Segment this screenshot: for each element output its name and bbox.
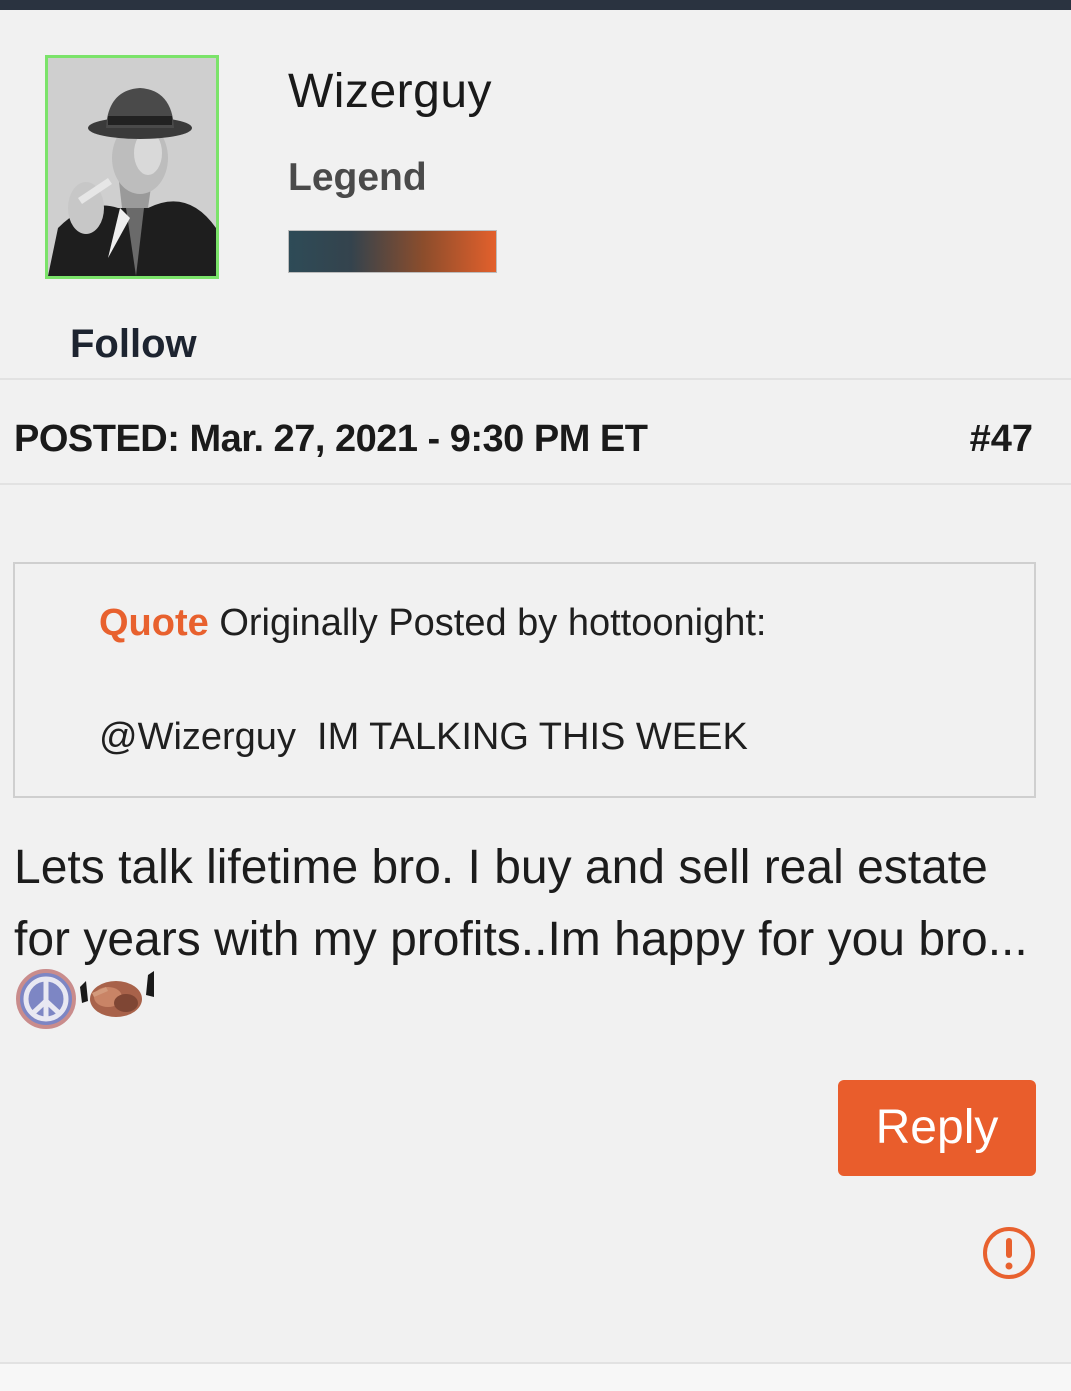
avatar-photo [48,58,216,276]
post-number-link[interactable]: #47 [970,418,1033,461]
quote-block: Quote Originally Posted by hottoonight: … [13,562,1036,798]
handshake-icon [78,967,156,1052]
follow-button[interactable]: Follow [70,322,197,367]
report-icon[interactable] [982,1226,1036,1280]
divider [0,483,1071,485]
quote-text: @Wizerguy IM TALKING THIS WEEK [99,716,748,758]
user-rank: Legend [288,156,427,199]
reply-button[interactable]: Reply [838,1080,1036,1176]
divider [0,378,1071,380]
quote-header: Quote Originally Posted by hottoonight: [99,602,766,645]
peace-icon [14,967,78,1052]
top-bar [0,0,1071,10]
user-avatar[interactable] [45,55,219,279]
post-body-text: Lets talk lifetime bro. I buy and sell r… [14,841,1028,966]
post-body: Lets talk lifetime bro. I buy and sell r… [14,832,1044,1052]
quote-label: Quote [99,602,209,644]
username[interactable]: Wizerguy [288,64,492,119]
rank-progress-bar [288,230,497,273]
post-timestamp: POSTED: Mar. 27, 2021 - 9:30 PM ET [14,418,648,460]
quote-attribution: Originally Posted by hottoonight: [219,602,767,644]
rank-progress-fill [289,231,496,272]
footer-area [0,1364,1071,1391]
